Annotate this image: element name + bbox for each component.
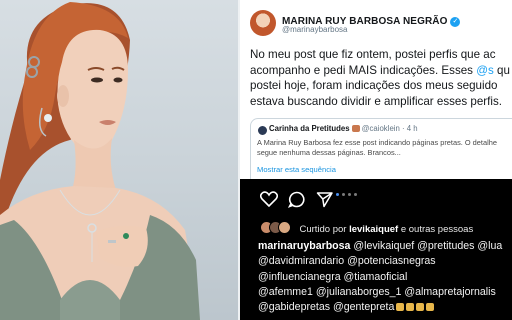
comment-icon[interactable] [288, 191, 305, 208]
tweet-body-line: estava buscando dividir e amplificar ess… [250, 94, 502, 108]
verified-badge-icon: ✓ [450, 17, 461, 27]
tweet-body-text: qu [493, 63, 510, 77]
tweet-body: No meu post que fiz ontem, postei perfis… [250, 47, 512, 109]
caption-line: marinaruybarbosa @levikaiquef @pretitude… [258, 239, 512, 254]
show-thread-link[interactable]: Mostrar esta sequência [257, 165, 336, 174]
instagram-post-image: Curtido por levikaiquef e outras pessoas… [240, 179, 512, 320]
clapping-hands-icon [394, 301, 435, 316]
tweet-body-line: No meu post que fiz ontem, postei perfis… [250, 48, 496, 61]
quoted-body: A Marina Ruy Barbosa fez esse post indic… [257, 138, 512, 157]
portrait-photo [0, 0, 238, 320]
quoted-header: Carinha da Pretitudes @caioklein · 4 h [269, 124, 418, 133]
caption-text: @levikaiquef @pretitudes @lua [350, 240, 503, 252]
carousel-dot [354, 193, 357, 196]
liked-by-text: Curtido por levikaiquef e outras pessoas [299, 224, 473, 235]
instagram-caption: marinaruybarbosa @levikaiquef @pretitude… [258, 239, 512, 316]
quoted-body-line: A Marina Ruy Barbosa fez esse post indic… [257, 138, 497, 147]
quoted-author-name[interactable]: Carinha da Pretitudes [269, 124, 350, 133]
liked-by-label: Curtido por [299, 224, 347, 235]
caption-line: @afemme1 @julianaborges_1 @almapretajorn… [258, 285, 496, 298]
likes-row: Curtido por levikaiquef e outras pessoas [260, 219, 473, 237]
tweet-body-line: acompanho e pedi MAIS indicações. Esses … [250, 63, 512, 79]
send-icon[interactable] [316, 191, 333, 208]
quoted-tweet[interactable]: Carinha da Pretitudes @caioklein · 4 h A … [250, 118, 512, 186]
caption-line: @gabidepretas @gentepreta [258, 300, 512, 316]
tweet-card[interactable]: MARINA RUY BARBOSA NEGRÃO ✓ @marinaybarbo… [240, 0, 512, 320]
author-handle[interactable]: @marinaybarbosa [282, 25, 347, 34]
liker-avatar [278, 221, 291, 234]
caption-line: @influencianegra @tiamaoficial [258, 270, 408, 283]
quoted-avatar [257, 125, 268, 136]
caption-username[interactable]: marinaruybarbosa [258, 240, 350, 252]
liked-by-user[interactable]: levikaiquef [349, 224, 398, 235]
heart-icon[interactable] [260, 191, 278, 207]
emoji-icon [351, 125, 360, 132]
caption-line: @davidmirandario @potenciasnegras [258, 255, 436, 268]
carousel-dots [336, 183, 360, 201]
carousel-dot [342, 193, 345, 196]
portrait-illustration [0, 2, 200, 320]
quoted-body-line: segue nenhuma dessas páginas. Brancos... [257, 147, 401, 157]
tweet-body-line: postei hoje, foram indicações dos meus s… [250, 79, 498, 92]
carousel-dot [348, 193, 351, 196]
carousel-dot [336, 193, 339, 196]
caption-text: @gabidepretas @gentepreta [258, 301, 395, 314]
quoted-author-handle: @caioklein · 4 h [361, 124, 418, 133]
tweet-body-text: acompanho e pedi MAIS indicações. Esses [250, 63, 477, 77]
liked-by-rest[interactable]: e outras pessoas [401, 224, 473, 235]
author-avatar[interactable] [250, 10, 276, 36]
mention-link[interactable]: @s [476, 64, 494, 77]
